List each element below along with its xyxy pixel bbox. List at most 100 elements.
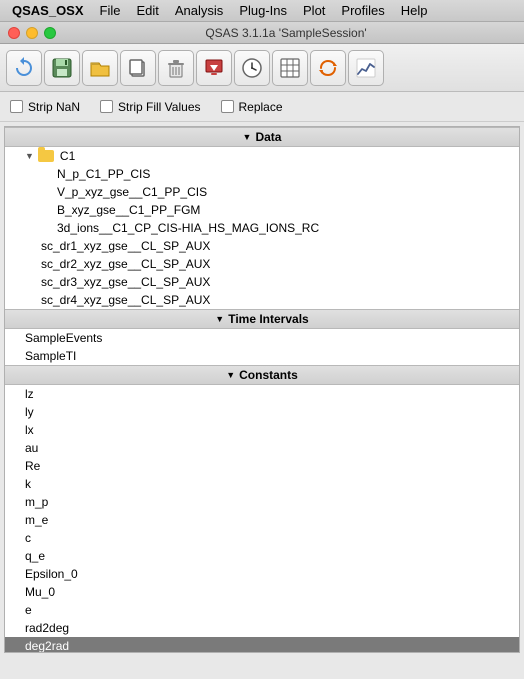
c1-child-5-label: sc_dr2_xyz_gse__CL_SP_AUX [41,257,210,271]
const-au-label: au [25,441,38,455]
const-lx[interactable]: lx [5,421,519,439]
loop-icon [317,57,339,79]
table-button[interactable] [272,50,308,86]
const-epsilon-label: Epsilon_0 [25,567,78,581]
open-button[interactable] [82,50,118,86]
close-button[interactable] [8,27,20,39]
refresh-button[interactable] [6,50,42,86]
menu-plot[interactable]: Plot [295,3,333,18]
strip-fill-group: Strip Fill Values [100,100,200,114]
const-deg2rad[interactable]: deg2rad [5,637,519,653]
strip-fill-checkbox[interactable] [100,100,113,113]
menu-file[interactable]: File [92,3,129,18]
ti-item-0-label: SampleEvents [25,331,102,345]
c1-child-7[interactable]: sc_dr4_xyz_gse__CL_SP_AUX [5,291,519,309]
open-icon [89,57,111,79]
toolbar [0,44,524,92]
strip-nan-group: Strip NaN [10,100,80,114]
chart-button[interactable] [348,50,384,86]
const-deg2rad-label: deg2rad [25,639,69,653]
const-re[interactable]: Re [5,457,519,475]
const-qe-label: q_e [25,549,45,563]
data-section-label: Data [255,130,281,144]
strip-fill-label: Strip Fill Values [118,100,200,114]
save-button[interactable] [44,50,80,86]
copy-button[interactable] [120,50,156,86]
menu-plugins[interactable]: Plug-Ins [231,3,295,18]
strip-nan-label: Strip NaN [28,100,80,114]
const-c-label: c [25,531,31,545]
ti-item-1[interactable]: SampleTI [5,347,519,365]
minimize-button[interactable] [26,27,38,39]
const-qe[interactable]: q_e [5,547,519,565]
menu-profiles[interactable]: Profiles [333,3,392,18]
const-e-label: e [25,603,32,617]
c1-child-7-label: sc_dr4_xyz_gse__CL_SP_AUX [41,293,210,307]
const-k[interactable]: k [5,475,519,493]
const-section-toggle: ▼ [226,370,235,380]
data-section-header[interactable]: ▼ Data [5,127,519,147]
constants-section-header[interactable]: ▼ Constants [5,365,519,385]
trash-icon [165,57,187,79]
strip-nan-checkbox[interactable] [10,100,23,113]
import-button[interactable] [196,50,232,86]
ti-item-1-label: SampleTI [25,349,76,363]
c1-child-4-label: sc_dr1_xyz_gse__CL_SP_AUX [41,239,210,253]
c1-child-6[interactable]: sc_dr3_xyz_gse__CL_SP_AUX [5,273,519,291]
const-c[interactable]: c [5,529,519,547]
c1-child-6-label: sc_dr3_xyz_gse__CL_SP_AUX [41,275,210,289]
c1-child-4[interactable]: sc_dr1_xyz_gse__CL_SP_AUX [5,237,519,255]
c1-label: C1 [60,149,75,163]
menu-help[interactable]: Help [393,3,436,18]
const-au[interactable]: au [5,439,519,457]
const-lx-label: lx [25,423,34,437]
const-lz[interactable]: lz [5,385,519,403]
const-mu0[interactable]: Mu_0 [5,583,519,601]
delete-button[interactable] [158,50,194,86]
menu-analysis[interactable]: Analysis [167,3,231,18]
ti-section-label: Time Intervals [228,312,308,326]
save-icon [51,57,73,79]
refresh-icon [12,56,36,80]
const-lz-label: lz [25,387,34,401]
c1-child-3-label: 3d_ions__C1_CP_CIS-HIA_HS_MAG_IONS_RC [57,221,319,235]
const-me[interactable]: m_e [5,511,519,529]
folder-icon [38,150,54,162]
const-mp-label: m_p [25,495,48,509]
const-rad2deg[interactable]: rad2deg [5,619,519,637]
time-intervals-section-header[interactable]: ▼ Time Intervals [5,309,519,329]
c1-child-0[interactable]: N_p_C1_PP_CIS [5,165,519,183]
const-ly[interactable]: ly [5,403,519,421]
const-epsilon[interactable]: Epsilon_0 [5,565,519,583]
loop-button[interactable] [310,50,346,86]
c1-folder[interactable]: ▼ C1 [5,147,519,165]
c1-child-1-label: V_p_xyz_gse__C1_PP_CIS [57,185,207,199]
c1-child-5[interactable]: sc_dr2_xyz_gse__CL_SP_AUX [5,255,519,273]
c1-child-1[interactable]: V_p_xyz_gse__C1_PP_CIS [5,183,519,201]
const-rad2deg-label: rad2deg [25,621,69,635]
options-bar: Strip NaN Strip Fill Values Replace [0,92,524,122]
const-e[interactable]: e [5,601,519,619]
c1-child-2[interactable]: B_xyz_gse__C1_PP_FGM [5,201,519,219]
c1-child-0-label: N_p_C1_PP_CIS [57,167,150,181]
data-panel: ▼ Data ▼ C1 N_p_C1_PP_CIS V_p_xyz_gse__C… [4,126,520,653]
app-name: QSAS_OSX [4,3,92,18]
const-mp[interactable]: m_p [5,493,519,511]
clock-button[interactable] [234,50,270,86]
c1-child-3[interactable]: 3d_ions__C1_CP_CIS-HIA_HS_MAG_IONS_RC [5,219,519,237]
clock-icon [241,57,263,79]
const-k-label: k [25,477,31,491]
import-icon [203,57,225,79]
maximize-button[interactable] [44,27,56,39]
const-section-label: Constants [239,368,298,382]
title-bar: QSAS 3.1.1a 'SampleSession' [0,22,524,44]
const-ly-label: ly [25,405,34,419]
replace-label: Replace [239,100,283,114]
replace-checkbox[interactable] [221,100,234,113]
const-me-label: m_e [25,513,48,527]
const-mu0-label: Mu_0 [25,585,55,599]
ti-item-0[interactable]: SampleEvents [5,329,519,347]
menu-bar: QSAS_OSX File Edit Analysis Plug-Ins Plo… [0,0,524,22]
menu-edit[interactable]: Edit [128,3,166,18]
table-icon [279,57,301,79]
